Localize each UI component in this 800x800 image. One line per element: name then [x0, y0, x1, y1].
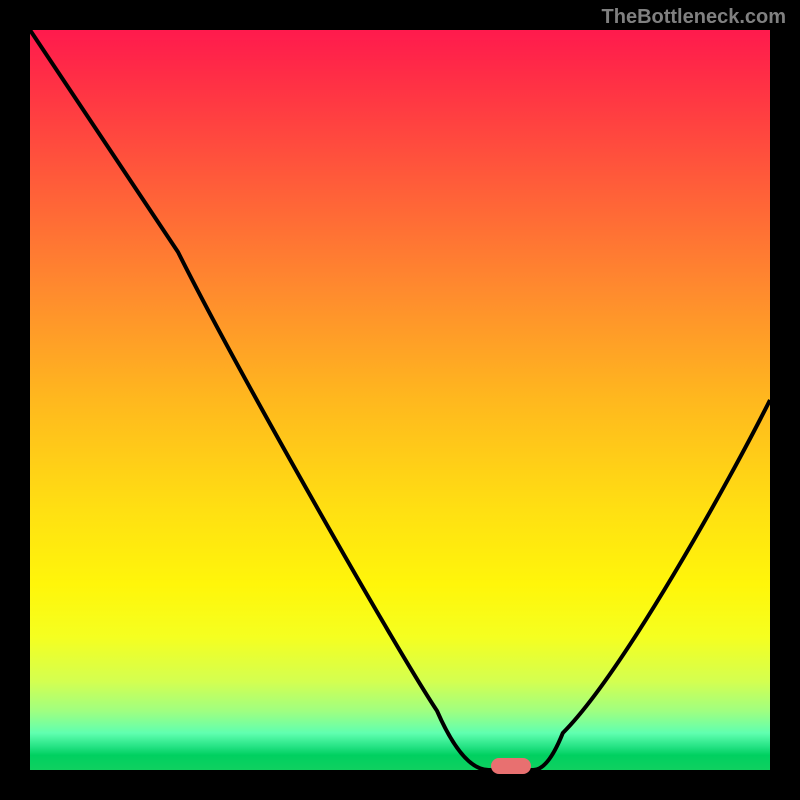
bottleneck-curve-svg	[30, 30, 770, 770]
bottleneck-curve-path	[30, 30, 770, 770]
chart-container: TheBottleneck.com	[0, 0, 800, 800]
chart-plot-area	[30, 30, 770, 770]
watermark-text: TheBottleneck.com	[602, 6, 786, 29]
optimal-point-marker	[491, 758, 531, 774]
